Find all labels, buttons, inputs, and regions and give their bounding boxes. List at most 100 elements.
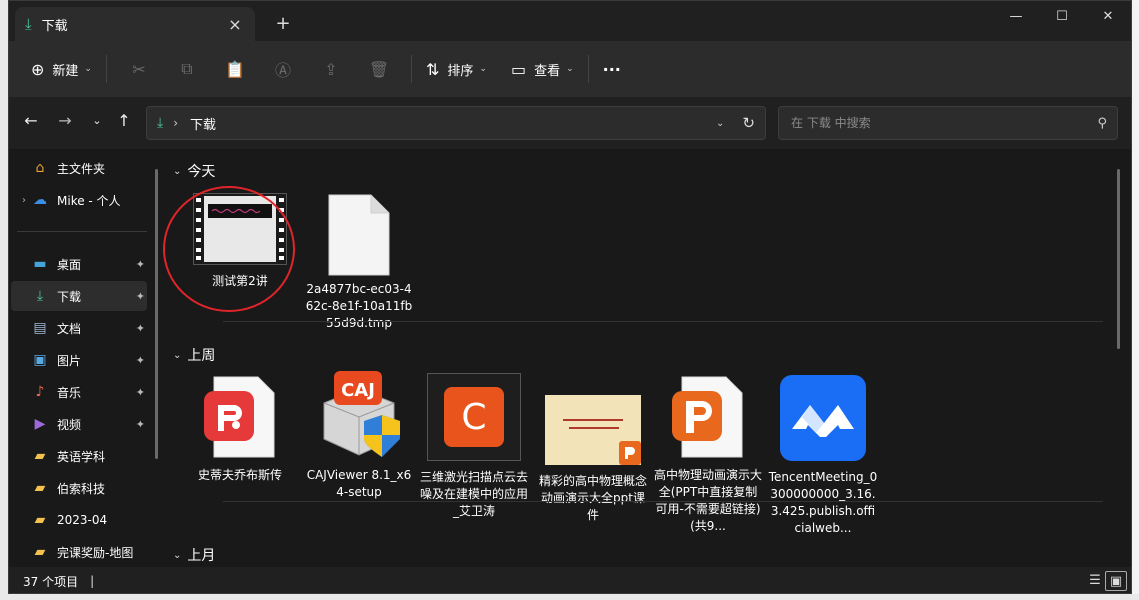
group-header-today[interactable]: ⌄ 今天 bbox=[173, 161, 215, 181]
ppt-thumbnail bbox=[545, 395, 641, 465]
download-icon: ⤓ bbox=[25, 15, 32, 33]
tencent-meeting-icon bbox=[780, 375, 866, 461]
group-header-last-week[interactable]: ⌄ 上周 bbox=[173, 345, 215, 365]
group-label: 上周 bbox=[187, 348, 216, 364]
sidebar-item-label: 完课奖励-地图 bbox=[57, 545, 134, 560]
address-dropdown-icon[interactable]: ⌄ bbox=[716, 118, 724, 129]
sidebar-item-folder-english[interactable]: ▰ 英语学科 bbox=[11, 441, 147, 471]
up-button[interactable]: ↑ bbox=[112, 111, 136, 130]
file-item-tencent-meeting[interactable]: TencentMeeting_0300000000_3.16.3.425.pub… bbox=[768, 375, 878, 537]
address-bar[interactable]: ⤓ › 下载 ⌄ ↻ bbox=[146, 106, 766, 140]
delete-icon[interactable]: 🗑 bbox=[355, 60, 403, 79]
music-icon: ♪ bbox=[35, 384, 45, 400]
sidebar-item-home[interactable]: ⌂ 主文件夹 bbox=[11, 153, 147, 183]
group-divider bbox=[223, 321, 1103, 322]
copy-icon[interactable]: ⧉ bbox=[163, 59, 211, 79]
rename-icon[interactable]: Ⓐ bbox=[259, 57, 307, 81]
large-icons-view-icon[interactable]: ▣ bbox=[1105, 571, 1127, 591]
sidebar-item-videos[interactable]: ▶ 视频 ✦ bbox=[11, 409, 147, 439]
file-name: CAJViewer 8.1_x64-setup bbox=[306, 468, 412, 499]
search-icon[interactable]: ⚲ bbox=[1097, 116, 1107, 131]
file-name: TencentMeeting_0300000000_3.16.3.425.pub… bbox=[768, 470, 878, 535]
sidebar-item-desktop[interactable]: ▬ 桌面 ✦ bbox=[11, 249, 147, 279]
group-header-last-month[interactable]: ⌄ 上月 bbox=[173, 545, 215, 565]
sidebar-item-label: 音乐 bbox=[57, 385, 82, 400]
title-bar: ⤓ 下载 × + — ☐ ✕ bbox=[9, 1, 1131, 41]
content-scrollbar[interactable] bbox=[1117, 169, 1120, 349]
sidebar-item-music[interactable]: ♪ 音乐 ✦ bbox=[11, 377, 147, 407]
sidebar-item-downloads[interactable]: ⤓ 下载 ✦ bbox=[11, 281, 147, 311]
forward-button[interactable]: → bbox=[53, 111, 77, 130]
sort-label: 排序 bbox=[447, 63, 474, 79]
sidebar-item-label: 桌面 bbox=[57, 257, 82, 272]
chevron-down-icon: ⌄ bbox=[84, 64, 92, 74]
minimize-button[interactable]: — bbox=[993, 1, 1039, 31]
file-name: 2a4877bc-ec03-462c-8e1f-10a11fb55d9d.tmp bbox=[305, 282, 413, 330]
file-list: ⌄ 今天 测试第2讲 2a4877bc-ec03-462c-8e1f-10a11… bbox=[165, 149, 1123, 567]
file-item-physics-ppt[interactable]: 精彩的高中物理概念动画演示大全ppt课件 bbox=[538, 395, 648, 524]
sort-button[interactable]: ⇅ 排序 ⌄ bbox=[420, 51, 493, 87]
file-item-physics-animation[interactable]: 高中物理动画演示大全(PPT中直接复制可用-不需要超链接)(共9... bbox=[653, 375, 763, 535]
desktop-icon: ▬ bbox=[33, 256, 47, 272]
sidebar-item-pictures[interactable]: ▣ 图片 ✦ bbox=[11, 345, 147, 375]
sidebar-item-label: 英语学科 bbox=[57, 449, 106, 464]
new-button[interactable]: ⊕ 新建 ⌄ bbox=[25, 51, 98, 87]
search-box[interactable]: ⚲ bbox=[778, 106, 1118, 140]
sidebar-item-label: 主文件夹 bbox=[57, 161, 106, 176]
item-count: 37 个项目 bbox=[23, 574, 79, 589]
background-app-bottom bbox=[0, 594, 1139, 600]
sidebar-item-label: 文档 bbox=[57, 321, 82, 336]
group-divider bbox=[223, 501, 1103, 502]
file-name: 三维激光扫描点云去噪及在建模中的应用_艾卫涛 bbox=[419, 470, 528, 518]
sidebar-item-folder-2023-04[interactable]: ▰ 2023-04 bbox=[11, 505, 147, 535]
plus-circle-icon: ⊕ bbox=[31, 59, 45, 79]
more-options-button[interactable]: ··· bbox=[597, 51, 627, 87]
command-bar: ⊕ 新建 ⌄ ✂ ⧉ 📋 Ⓐ ⇪ 🗑 ⇅ 排序 ⌄ ▭ 查看 ⌄ ··· bbox=[9, 41, 1131, 97]
home-icon: ⌂ bbox=[35, 160, 45, 176]
file-name: 史蒂夫乔布斯传 bbox=[197, 468, 282, 482]
toolbar-divider bbox=[410, 55, 412, 83]
expand-chevron-icon[interactable]: › bbox=[17, 195, 31, 206]
sidebar-item-label: Mike - 个人 bbox=[57, 193, 121, 208]
paste-icon[interactable]: 📋 bbox=[211, 60, 259, 79]
tab-downloads[interactable]: ⤓ 下载 × bbox=[15, 7, 255, 41]
file-item-laser-scan[interactable]: C 三维激光扫描点云去噪及在建模中的应用_艾卫涛 bbox=[419, 373, 529, 520]
share-icon[interactable]: ⇪ bbox=[307, 60, 355, 79]
chevron-down-icon: ⌄ bbox=[479, 64, 487, 74]
caj-c-badge: C bbox=[444, 387, 504, 447]
tab-title: 下载 bbox=[41, 18, 68, 34]
sidebar-item-documents[interactable]: ▤ 文档 ✦ bbox=[11, 313, 147, 343]
toolbar-divider bbox=[587, 55, 589, 83]
sidebar-item-folder-reward-map[interactable]: ▰ 完课奖励-地图 bbox=[11, 537, 147, 567]
pin-icon: ✦ bbox=[135, 417, 145, 431]
chevron-down-icon: ⌄ bbox=[173, 549, 182, 561]
blank-file-icon bbox=[327, 193, 391, 277]
new-label: 新建 bbox=[52, 63, 79, 79]
installer-icon: CAJ bbox=[316, 369, 402, 459]
back-button[interactable]: ← bbox=[19, 111, 43, 130]
cut-icon[interactable]: ✂ bbox=[115, 60, 163, 79]
search-input[interactable] bbox=[789, 115, 1098, 131]
breadcrumb-downloads[interactable]: 下载 bbox=[190, 114, 716, 133]
file-item-tmp[interactable]: 2a4877bc-ec03-462c-8e1f-10a11fb55d9d.tmp bbox=[304, 193, 414, 332]
status-separator: | bbox=[90, 574, 95, 588]
close-window-button[interactable]: ✕ bbox=[1085, 1, 1131, 31]
new-tab-button[interactable]: + bbox=[271, 13, 295, 34]
view-button[interactable]: ▭ 查看 ⌄ bbox=[505, 51, 580, 87]
pin-icon: ✦ bbox=[135, 289, 145, 303]
details-view-icon[interactable]: ☰ bbox=[1085, 571, 1105, 589]
folder-icon: ▰ bbox=[34, 448, 46, 464]
sidebar-scrollbar[interactable] bbox=[155, 169, 158, 459]
sidebar-item-onedrive[interactable]: › ☁ Mike - 个人 bbox=[11, 185, 147, 215]
maximize-button[interactable]: ☐ bbox=[1039, 1, 1085, 31]
recent-locations-button[interactable]: ⌄ bbox=[85, 114, 109, 127]
sidebar-item-label: 下载 bbox=[57, 289, 82, 304]
file-item-cajviewer[interactable]: CAJ CAJViewer 8.1_x64-setup bbox=[304, 369, 414, 501]
refresh-icon[interactable]: ↻ bbox=[742, 114, 755, 132]
close-tab-icon[interactable]: × bbox=[225, 15, 245, 34]
group-label: 今天 bbox=[187, 164, 216, 180]
file-item-jobs-bio[interactable]: 史蒂夫乔布斯传 bbox=[185, 375, 295, 484]
chevron-down-icon: ⌄ bbox=[173, 165, 182, 177]
video-icon: ▶ bbox=[34, 416, 46, 432]
sidebar-item-folder-bosuo[interactable]: ▰ 伯索科技 bbox=[11, 473, 147, 503]
